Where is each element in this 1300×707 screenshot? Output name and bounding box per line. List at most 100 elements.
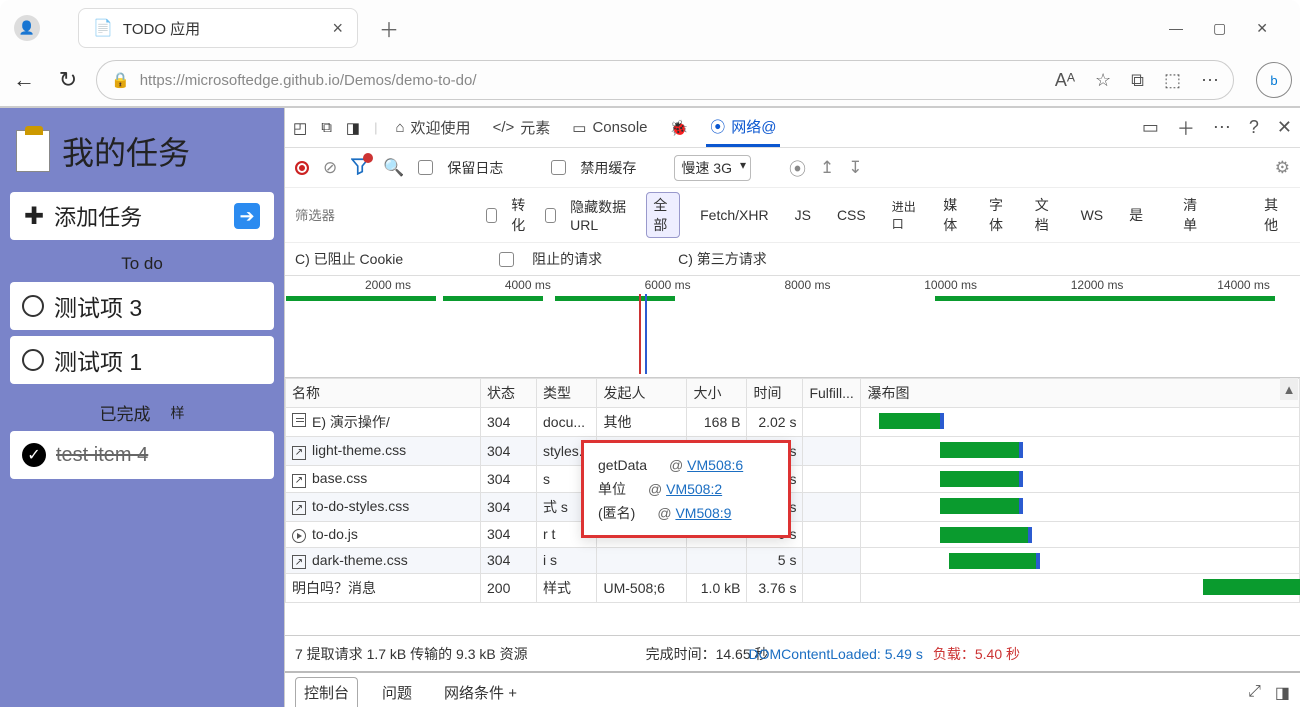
device-toolbar-icon[interactable]: ⧉ <box>321 119 332 136</box>
filter-ws[interactable]: WS <box>1075 205 1110 225</box>
blocked-requests-checkbox[interactable] <box>499 252 514 267</box>
close-devtools-icon[interactable]: ✕ <box>1277 117 1292 138</box>
browser-tab[interactable]: 📄 TODO 应用 × <box>78 8 358 48</box>
scroll-up-icon[interactable]: ▲ <box>1280 378 1298 400</box>
blocked-requests-label: 阻止的请求 <box>532 249 602 269</box>
submit-task-button[interactable]: ➔ <box>234 203 260 229</box>
network-overview-timeline[interactable]: 2000 ms 4000 ms 6000 ms 8000 ms 10000 ms… <box>285 276 1300 378</box>
tick: 12000 ms <box>1071 278 1124 292</box>
task-label: test item 4 <box>56 444 148 467</box>
network-requests-table[interactable]: ▲ 名称 状态 类型 发起人 大小 时间 Fulfill... 瀑布图 E) 演… <box>285 378 1300 635</box>
table-row[interactable]: ↗light-theme.css304styles...(索引)120 B2.0… <box>286 437 1300 466</box>
col-time[interactable]: 时间 <box>747 379 803 408</box>
col-status[interactable]: 状态 <box>481 379 537 408</box>
tab-console[interactable]: ▭Console <box>568 108 651 147</box>
add-tab-icon[interactable]: ＋ <box>1177 115 1195 141</box>
drawer-dock-icon[interactable]: ◨ <box>1275 683 1290 703</box>
clear-icon[interactable]: ⊘ <box>323 158 337 178</box>
filter-manifest[interactable]: 清单 <box>1177 193 1209 237</box>
search-icon[interactable]: 🔍 <box>383 158 404 178</box>
network-settings-icon[interactable]: ⚙ <box>1275 158 1290 178</box>
filter-other[interactable]: 其他 <box>1258 193 1290 237</box>
filter-media[interactable]: 媒体 <box>937 193 969 237</box>
throttling-select[interactable]: 慢速 3G <box>674 155 751 181</box>
stack-link[interactable]: VM508:9 <box>675 505 731 521</box>
filter-all[interactable]: 全部 <box>646 192 680 238</box>
col-fulfill[interactable]: Fulfill... <box>803 379 861 408</box>
drawer-tab-network-conditions[interactable]: 网络条件 + <box>436 678 525 707</box>
filter-is[interactable]: 是 <box>1123 203 1149 227</box>
invert-checkbox[interactable] <box>486 208 497 223</box>
network-conditions-icon[interactable]: ⦿ <box>789 155 806 180</box>
table-row[interactable]: to-do.js304r t0 s <box>286 521 1300 547</box>
app-title: 我的任务 <box>10 118 274 192</box>
tab-welcome[interactable]: ⌂欢迎使用 <box>391 108 474 147</box>
extensions-icon[interactable]: ⬚ <box>1164 70 1181 91</box>
maximize-icon[interactable]: ▢ <box>1213 20 1226 37</box>
activity-bar-icon[interactable]: ▭ <box>1142 117 1159 138</box>
help-icon[interactable]: ? <box>1249 117 1259 138</box>
refresh-button-icon[interactable]: ↻ <box>52 64 84 96</box>
record-icon[interactable] <box>295 161 309 175</box>
export-har-icon[interactable]: ↧ <box>848 158 862 178</box>
col-size[interactable]: 大小 <box>687 379 747 408</box>
checkbox-empty-icon[interactable] <box>22 349 44 371</box>
task-item[interactable]: 测试项 1 <box>10 336 274 384</box>
hide-data-url-checkbox[interactable] <box>545 208 556 223</box>
read-aloud-icon[interactable]: Aᴬ <box>1055 70 1075 91</box>
disable-cache-checkbox[interactable] <box>551 160 566 175</box>
col-name[interactable]: 名称 <box>286 379 481 408</box>
table-row[interactable]: ↗dark-theme.css304i s5 s <box>286 547 1300 574</box>
stack-link[interactable]: VM508:2 <box>666 481 722 497</box>
more-tools-icon[interactable]: ⋯ <box>1213 117 1231 138</box>
import-har-icon[interactable]: ↥ <box>820 158 834 178</box>
drawer-tab-issues[interactable]: 问题 <box>374 678 420 707</box>
col-type[interactable]: 类型 <box>537 379 597 408</box>
checkbox-checked-icon[interactable]: ✓ <box>22 443 46 467</box>
filter-input[interactable] <box>295 208 472 223</box>
filter-font[interactable]: 字体 <box>983 193 1015 237</box>
favorite-icon[interactable]: ☆ <box>1095 70 1111 91</box>
drawer-tab-console[interactable]: 控制台 <box>295 677 358 707</box>
bing-chat-icon[interactable]: b <box>1256 62 1292 98</box>
url-text: https://microsoftedge.github.io/Demos/de… <box>140 72 477 89</box>
tab-network[interactable]: ⦿网络@ <box>706 108 780 147</box>
col-initiator[interactable]: 发起人 <box>597 379 687 408</box>
table-row[interactable]: ↗to-do-styles.css304式 s5 s <box>286 492 1300 521</box>
tick: 14000 ms <box>1217 278 1270 292</box>
profile-avatar-icon[interactable]: 👤 <box>14 15 40 41</box>
add-task-input[interactable]: ✚ 添加任务 ➔ <box>10 192 274 240</box>
collections-icon[interactable]: ⧉ <box>1131 70 1144 91</box>
table-row[interactable]: ↗base.css304s5 s <box>286 466 1300 493</box>
table-row[interactable]: 明白吗？消息200样式UM-508;61.0 kB3.76 s <box>286 574 1300 603</box>
tab-elements[interactable]: </>元素 <box>489 108 555 147</box>
stack-link[interactable]: VM508:6 <box>687 457 743 473</box>
filter-doc[interactable]: 文档 <box>1029 193 1061 237</box>
filter-fetch[interactable]: Fetch/XHR <box>694 205 774 225</box>
table-row[interactable]: E) 演示操作/304docu...其他168 B2.02 s <box>286 408 1300 437</box>
tab-bug-icon[interactable]: 🐞 <box>666 108 693 147</box>
tick: 4000 ms <box>505 278 551 292</box>
tab-close-icon[interactable]: × <box>332 18 343 39</box>
filter-import[interactable]: 进出口 <box>886 196 923 234</box>
address-bar[interactable]: 🔒 https://microsoftedge.github.io/Demos/… <box>96 60 1234 100</box>
new-tab-button[interactable]: ＋ <box>374 13 404 43</box>
filter-js[interactable]: JS <box>789 205 817 225</box>
address-bar-actions: Aᴬ ☆ ⧉ ⬚ ⋯ <box>1055 70 1219 91</box>
dock-side-icon[interactable]: ◨ <box>346 119 360 137</box>
back-button-icon[interactable]: ← <box>8 64 40 96</box>
more-icon[interactable]: ⋯ <box>1201 70 1219 91</box>
minimize-icon[interactable]: — <box>1169 20 1183 37</box>
filter-css[interactable]: CSS <box>831 205 872 225</box>
col-waterfall[interactable]: 瀑布图 <box>861 379 1300 408</box>
inspect-element-icon[interactable]: ◰ <box>293 119 307 137</box>
preserve-log-checkbox[interactable] <box>418 160 433 175</box>
task-item[interactable]: 测试项 3 <box>10 282 274 330</box>
tick: 8000 ms <box>784 278 830 292</box>
completed-task-item[interactable]: ✓ test item 4 <box>10 431 274 479</box>
checkbox-empty-icon[interactable] <box>22 295 44 317</box>
drawer-expand-icon[interactable]: ⤢ <box>1248 683 1261 703</box>
filter-funnel-icon[interactable] <box>351 157 369 178</box>
close-window-icon[interactable]: ✕ <box>1256 20 1268 37</box>
stack-fn: getData <box>598 457 647 473</box>
